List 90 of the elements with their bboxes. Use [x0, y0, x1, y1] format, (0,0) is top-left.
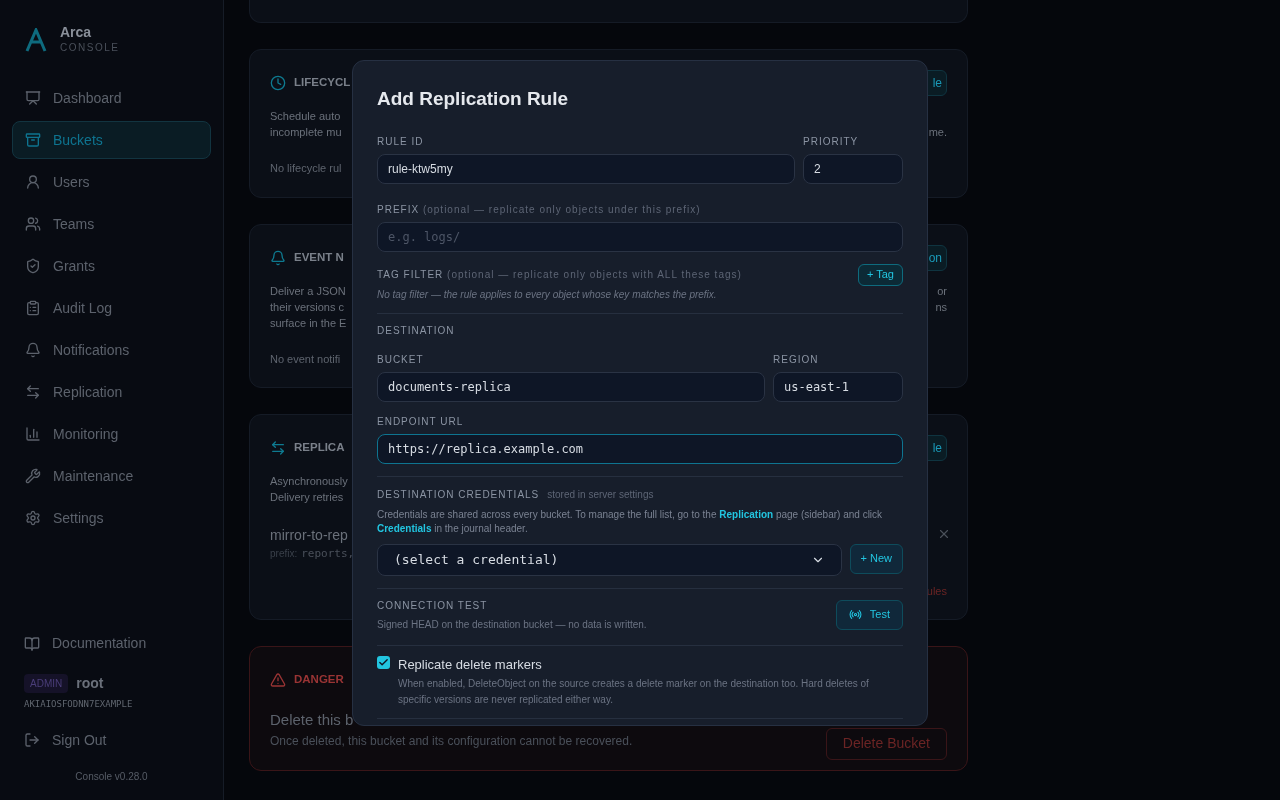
new-credential-button[interactable]: + New	[849, 543, 903, 574]
archive-icon	[25, 132, 41, 148]
danger-heading: Delete this b	[270, 710, 355, 730]
field-label: RULE ID	[377, 134, 425, 149]
sidebar-item[interactable]: Dashboard	[12, 79, 211, 117]
arrows-icon	[270, 440, 286, 456]
sidebar-item[interactable]: Replication	[12, 373, 211, 411]
empty-text: No lifecycle rul	[270, 161, 342, 176]
field-label: BUCKET	[377, 352, 425, 367]
bucket-field[interactable]: documents-replica	[377, 371, 765, 402]
users-icon	[25, 216, 41, 232]
checkbox-label: Replicate delete markers	[398, 655, 543, 674]
card-title: DANGER	[294, 672, 344, 688]
role-badge: ADMIN	[24, 673, 69, 693]
broadcast-icon	[848, 608, 862, 621]
wrench-icon	[25, 468, 41, 484]
empty-text: No event notifi	[270, 351, 341, 367]
logo-icon	[24, 27, 48, 52]
user-name: root	[76, 673, 104, 693]
sidebar-item[interactable]: Settings	[12, 499, 211, 537]
card-description: Delivery retries	[270, 490, 344, 505]
rule-id-field[interactable]: rule-ktw5my	[377, 153, 795, 184]
prefix-value: reports,	[301, 546, 355, 562]
tag-filter-empty-text: No tag filter — the rule applies to every object whose key matches the prefix.	[377, 287, 718, 302]
add-tag-button[interactable]: + Tag	[857, 263, 903, 286]
card-title: LIFECYCL	[294, 75, 351, 91]
settings-icon	[25, 510, 41, 526]
card-title: EVENT N	[294, 249, 344, 265]
endpoint-url-field[interactable]: https://replica.example.com	[377, 433, 903, 464]
user-icon	[25, 174, 41, 190]
field-label: TAG FILTER (optional — replicate only objects with ALL these tags)	[377, 268, 742, 282]
field-label: PRIORITY	[803, 134, 860, 149]
delete-bucket-button[interactable]: Delete Bucket	[825, 727, 947, 760]
field-label: ENDPOINT URL	[377, 414, 465, 429]
card-description: me.	[928, 125, 947, 140]
documentation-link[interactable]: Documentation	[12, 626, 211, 661]
brand-subtitle: CONSOLE	[60, 41, 120, 55]
replication-link[interactable]: Replication	[719, 508, 774, 520]
card-description: Asynchronously	[270, 474, 348, 489]
shield-icon	[25, 258, 41, 274]
rule-name: mirror-to-rep	[270, 526, 349, 545]
card-title: REPLICA	[294, 440, 345, 456]
sidebar-item[interactable]: Users	[12, 163, 211, 201]
card-description: their versions c	[270, 299, 344, 315]
sidebar-item[interactable]: Maintenance	[12, 457, 211, 495]
sidebar-item[interactable]: Notifications	[12, 331, 211, 369]
region-field[interactable]: us-east-1	[773, 371, 903, 402]
presentation-icon	[25, 90, 41, 106]
warning-icon	[270, 672, 286, 688]
sidebar-item[interactable]: Teams	[12, 205, 211, 243]
clipboard-icon	[25, 300, 41, 316]
checkbox-description: When enabled, DeleteObject on the source creates a delete marker on the destination too. Hard deletes of specific versions are never replicated either way.	[398, 677, 870, 707]
card-description: or	[937, 283, 947, 299]
bar-chart-icon	[25, 426, 41, 442]
card-description: incomplete mu	[270, 125, 342, 140]
card-description: ns	[935, 299, 947, 315]
checkbox[interactable]	[377, 655, 390, 669]
sidebar-item[interactable]: Buckets	[12, 121, 211, 159]
access-key: AKIAIOSFODNN7EXAMPLE	[24, 697, 199, 711]
sidebar-item[interactable]: Grants	[12, 247, 211, 285]
test-description: Signed HEAD on the destination bucket — no data is written.	[377, 617, 647, 632]
credential-select[interactable]: (select a credential)	[377, 543, 842, 576]
sidebar-item[interactable]: Audit Log	[12, 289, 211, 327]
bell-icon	[25, 342, 41, 358]
bell-icon	[270, 249, 286, 266]
sidebar-item[interactable]: Monitoring	[12, 415, 211, 453]
danger-text: Once deleted, this bucket and its configuration cannot be recovered.	[270, 732, 633, 750]
credentials-link[interactable]: Credentials	[377, 522, 432, 534]
sign-out-button[interactable]: Sign Out	[12, 723, 211, 757]
book-icon	[24, 635, 40, 652]
field-label: CONNECTION TEST	[377, 598, 489, 613]
arrows-icon	[25, 384, 41, 400]
card-description: Deliver a JSON	[270, 283, 346, 299]
credentials-help-text: Credentials are shared across every bucket. To manage the full list, go to the Replication page (sidebar) and click Credentials in the journal header.	[377, 507, 884, 536]
check-icon	[378, 656, 389, 668]
test-button[interactable]: Test	[835, 599, 903, 630]
card-description: surface in the E	[270, 315, 347, 331]
priority-field[interactable]: 2	[803, 153, 903, 184]
field-label: REGION	[773, 352, 820, 367]
version-label: Console v0.28.0	[74, 770, 149, 784]
clock-icon	[270, 75, 286, 91]
field-label: PREFIX (optional — replicate only objects under this prefix)	[377, 202, 702, 217]
field-hint: stored in server settings	[547, 487, 654, 502]
modal-title: Add Replication Rule	[377, 87, 570, 111]
section-heading: DESTINATION	[377, 323, 456, 338]
logout-icon	[24, 732, 40, 748]
prefix-field[interactable]: e.g. logs/	[377, 221, 903, 252]
brand-name: Arca	[60, 24, 93, 40]
field-label: DESTINATION CREDENTIALS	[377, 487, 540, 502]
card-description: Schedule auto	[270, 109, 341, 124]
